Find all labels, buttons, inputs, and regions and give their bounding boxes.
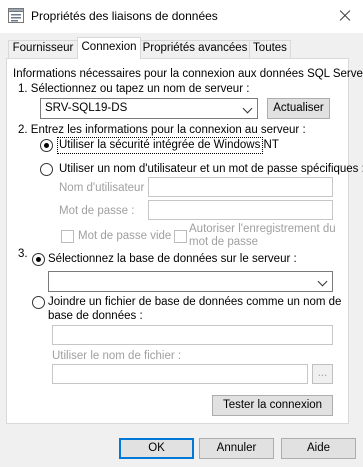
password-field[interactable]: [148, 200, 333, 220]
refresh-button[interactable]: Actualiser: [267, 98, 330, 119]
tab-toutes[interactable]: Toutes: [249, 40, 291, 58]
password-label: Mot de passe :: [59, 205, 135, 217]
username-label: Nom d'utilisateur :: [59, 182, 151, 194]
browse-button[interactable]: ...: [312, 364, 333, 384]
database-combobox[interactable]: [48, 271, 333, 292]
user-password-label[interactable]: Utiliser un nom d'utilisateur et un mot …: [59, 163, 363, 175]
blank-password-label: Mot de passe vide: [78, 230, 172, 242]
select-database-label[interactable]: Sélectionnez la base de données sur le s…: [48, 253, 297, 265]
allow-save-password-label-line1: Autoriser l'enregistrement du: [189, 223, 336, 235]
username-field[interactable]: [148, 177, 333, 197]
server-name-combobox[interactable]: SRV-SQL19-DS: [40, 98, 258, 119]
chevron-down-icon[interactable]: [242, 103, 253, 114]
attach-database-name-field[interactable]: [52, 325, 333, 345]
tab-proprietes-avancees[interactable]: Propriétés avancées: [140, 40, 250, 58]
filename-field[interactable]: [52, 364, 308, 384]
integrated-security-radio[interactable]: [40, 139, 53, 152]
tab-fournisseur[interactable]: Fournisseur: [8, 40, 78, 58]
step2-label: 2. Entrez les informations pour la conne…: [18, 124, 306, 136]
blank-password-checkbox[interactable]: [61, 230, 74, 243]
user-password-radio[interactable]: [40, 163, 53, 176]
test-connection-button[interactable]: Tester la connexion: [212, 395, 333, 416]
server-name-value: SRV-SQL19-DS: [45, 102, 128, 114]
integrated-security-label[interactable]: Utiliser la sécurité intégrée de Windows…: [59, 139, 279, 151]
filename-label: Utiliser le nom de fichier :: [52, 350, 182, 362]
cancel-button[interactable]: Annuler: [199, 438, 274, 459]
title-bar: Propriétés des liaisons de données: [0, 0, 363, 33]
allow-save-password-label-line2: mot de passe: [189, 236, 259, 248]
step1-label: 1. Sélectionnez ou tapez un nom de serve…: [18, 83, 250, 95]
allow-save-password-checkbox[interactable]: [174, 230, 187, 243]
help-button[interactable]: Aide: [281, 438, 356, 459]
attach-file-label-line1[interactable]: Joindre un fichier de base de données co…: [48, 296, 341, 308]
window-title: Propriétés des liaisons de données: [31, 9, 218, 23]
select-database-radio[interactable]: [32, 253, 45, 266]
close-icon[interactable]: [326, 0, 363, 30]
chevron-down-icon[interactable]: [317, 276, 328, 287]
ok-button[interactable]: OK: [119, 438, 194, 459]
attach-file-label-line2[interactable]: base de données :: [48, 310, 143, 322]
tab-connexion[interactable]: Connexion: [77, 37, 141, 59]
connection-intro-text: Informations nécessaires pour la connexi…: [13, 68, 363, 80]
attach-file-radio[interactable]: [32, 296, 45, 309]
data-link-properties-dialog: Propriétés des liaisons de données Fourn…: [0, 0, 363, 467]
step3-number: 3.: [18, 248, 28, 260]
data-link-app-icon: [8, 8, 24, 23]
